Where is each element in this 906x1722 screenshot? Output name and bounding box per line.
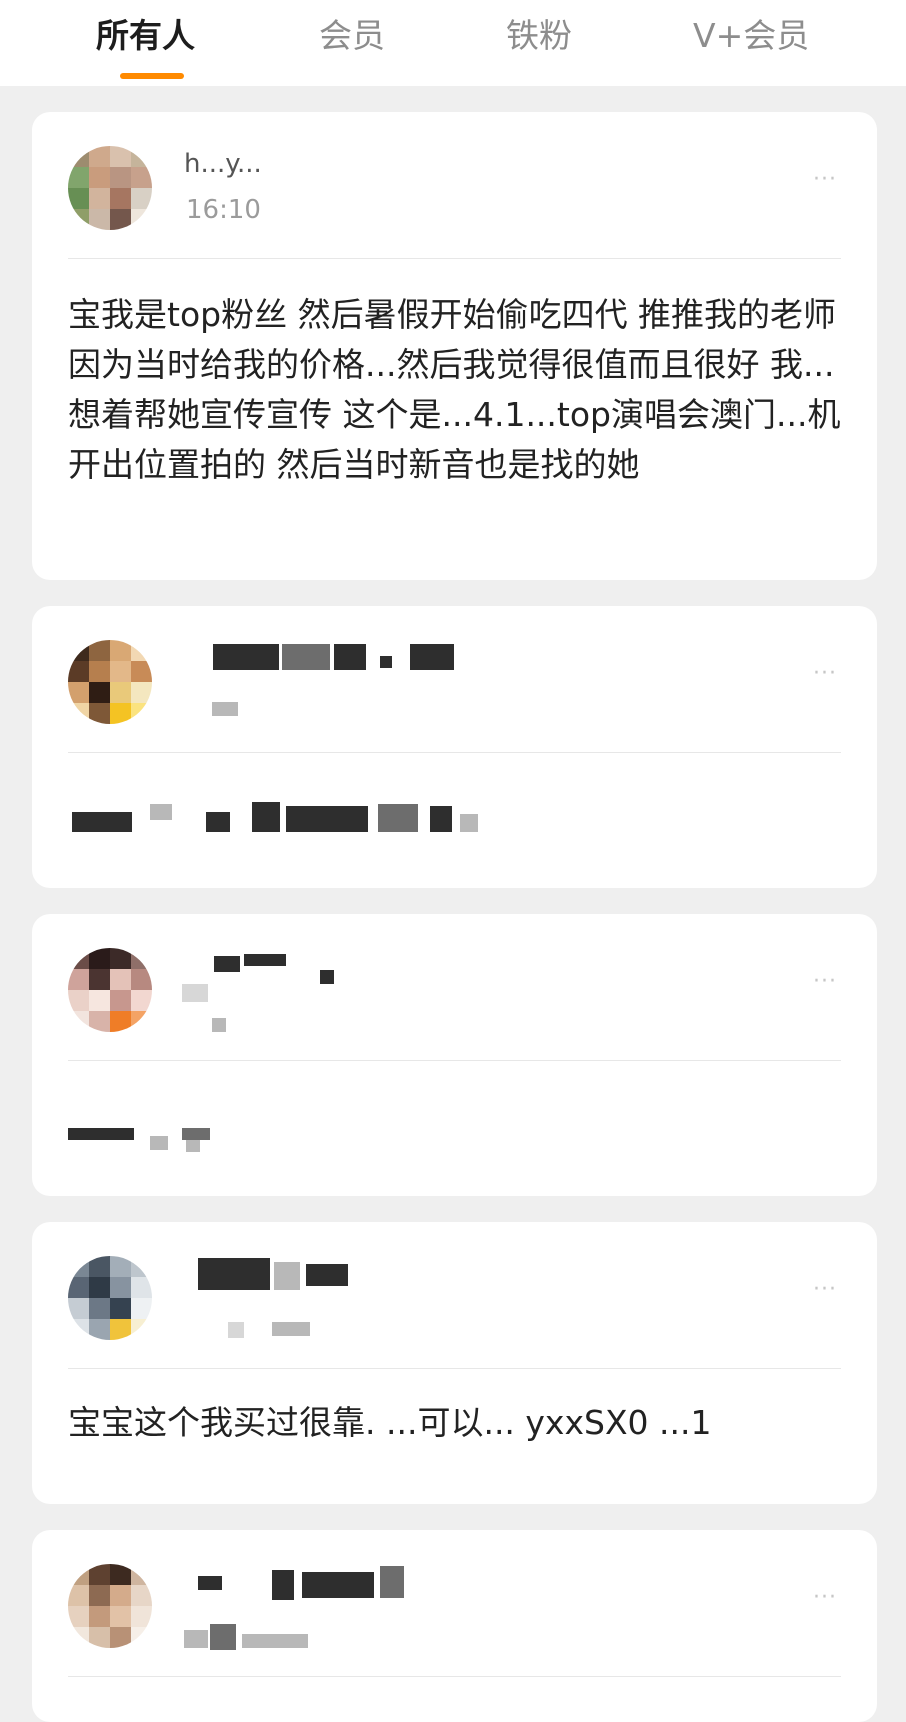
redacted-username — [320, 970, 334, 984]
redacted-username — [302, 1572, 374, 1598]
comment-text: 宝我是top粉丝 然后暑假开始偷吃四代 推推我的老师 因为当时给我的价格...然… — [68, 295, 841, 484]
active-tab-indicator — [120, 73, 184, 79]
avatar[interactable] — [68, 640, 152, 724]
redacted-time — [184, 1630, 208, 1648]
redacted-username — [306, 1264, 348, 1286]
redacted-username — [214, 956, 240, 972]
redacted-time — [228, 1322, 244, 1338]
redacted-comment-text — [68, 1128, 134, 1140]
avatar[interactable] — [68, 1256, 152, 1340]
redacted-time — [272, 1322, 310, 1336]
redacted-time — [212, 702, 238, 716]
redacted-username — [410, 644, 454, 670]
more-dots-icon[interactable]: ··· — [807, 663, 843, 685]
comment-card[interactable]: ··· — [32, 914, 877, 1196]
redacted-username — [334, 644, 366, 670]
redacted-username — [272, 1570, 294, 1600]
redacted-time — [242, 1634, 308, 1648]
redacted-comment-text — [430, 806, 452, 832]
redacted-comment-text — [150, 804, 172, 820]
redacted-username — [274, 1262, 300, 1290]
comment-card[interactable]: ··· — [32, 1530, 877, 1722]
more-dots-icon[interactable]: ··· — [807, 1279, 843, 1301]
redacted-comment-text — [378, 804, 418, 832]
divider — [68, 1368, 841, 1369]
redacted-comment-text — [182, 1128, 210, 1140]
tab-vplus-members[interactable]: V+会员 — [693, 14, 809, 58]
timestamp: 16:10 — [186, 195, 261, 225]
avatar[interactable] — [68, 146, 152, 230]
avatar[interactable] — [68, 948, 152, 1032]
redacted-username — [213, 644, 279, 670]
comment-card[interactable]: ··· 宝宝这个我买过很靠. ...可以... yxxSX0 ...1 — [32, 1222, 877, 1504]
redacted-username — [198, 1258, 270, 1290]
more-dots-icon[interactable]: ··· — [807, 971, 843, 993]
tab-iron-fans[interactable]: 铁粉 — [506, 14, 572, 58]
redacted-comment-text — [286, 806, 368, 832]
redacted-comment-text — [460, 814, 478, 832]
redacted-comment-text — [72, 812, 132, 832]
tab-all[interactable]: 所有人 — [96, 14, 195, 58]
divider — [68, 1676, 841, 1677]
redacted-username — [282, 644, 330, 670]
redacted-time — [212, 1018, 226, 1032]
divider — [68, 752, 841, 753]
more-dots-icon[interactable]: ··· — [807, 1587, 843, 1609]
tab-members[interactable]: 会员 — [319, 14, 385, 58]
avatar[interactable] — [68, 1564, 152, 1648]
redacted-username — [182, 984, 208, 1002]
comment-card[interactable]: h...y... 16:10 ··· 宝我是top粉丝 然后暑假开始偷吃四代 推… — [32, 112, 877, 580]
divider — [68, 1060, 841, 1061]
redacted-comment-text — [252, 802, 280, 832]
redacted-username — [244, 954, 286, 966]
comment-card[interactable]: ··· — [32, 606, 877, 888]
redacted-comment-text — [206, 812, 230, 832]
redacted-username — [380, 1566, 404, 1598]
redacted-comment-text — [186, 1140, 200, 1152]
redacted-time — [210, 1624, 236, 1650]
username[interactable]: h...y... — [184, 148, 262, 180]
redacted-username — [198, 1576, 222, 1590]
divider — [68, 258, 841, 259]
comment-text: 宝宝这个我买过很靠. ...可以... yxxSX0 ...1 — [68, 1403, 712, 1442]
more-dots-icon[interactable]: ··· — [807, 169, 843, 191]
tab-bar: 所有人 会员 铁粉 V+会员 — [0, 0, 906, 86]
redacted-comment-text — [150, 1136, 168, 1150]
redacted-username — [380, 656, 392, 668]
